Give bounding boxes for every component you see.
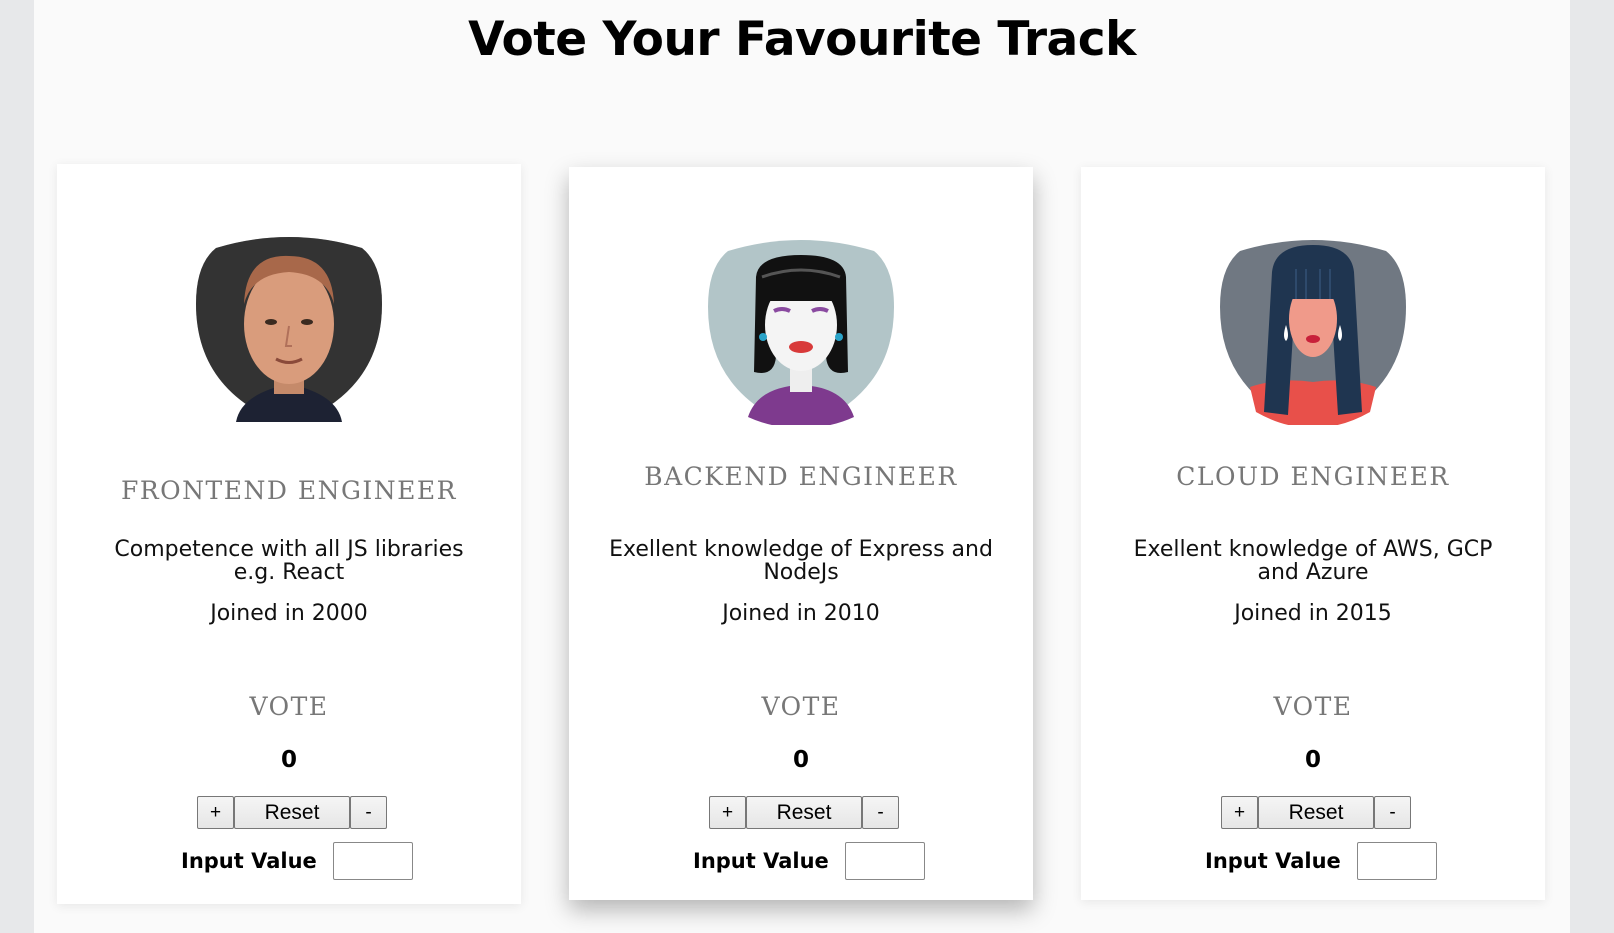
- role-description: Exellent knowledge of AWS, GCP and Azure: [1133, 537, 1493, 585]
- input-row: Input Value: [181, 841, 413, 881]
- reset-button[interactable]: Reset: [746, 796, 862, 829]
- joined-date: Joined in 2000: [210, 601, 368, 626]
- decrement-button[interactable]: -: [862, 796, 899, 829]
- avatar-cloud-image: [1220, 240, 1406, 425]
- vote-controls: + Reset -: [1221, 796, 1411, 829]
- avatar-backend-image: [708, 240, 894, 425]
- reset-button[interactable]: Reset: [234, 796, 350, 829]
- track-card-cloud: CLOUD ENGINEER Exellent knowledge of AWS…: [1081, 167, 1545, 900]
- track-card-frontend: FRONTEND ENGINEER Competence with all JS…: [57, 164, 521, 904]
- joined-date: Joined in 2015: [1234, 601, 1392, 626]
- input-row: Input Value: [1205, 841, 1437, 881]
- vote-count: 0: [1304, 747, 1321, 773]
- avatar-frontend-image: [196, 237, 382, 422]
- vote-controls: + Reset -: [709, 796, 899, 829]
- page: Vote Your Favourite Track FRONTEND ENGIN…: [34, 0, 1570, 933]
- role-title: FRONTEND ENGINEER: [121, 476, 457, 505]
- vote-count: 0: [280, 747, 297, 773]
- vote-label: VOTE: [249, 692, 329, 721]
- vote-label: VOTE: [1273, 692, 1353, 721]
- role-title: BACKEND ENGINEER: [644, 462, 958, 491]
- avatar-backend: [708, 237, 894, 425]
- input-value-label: Input Value: [1205, 849, 1341, 873]
- decrement-button[interactable]: -: [350, 796, 387, 829]
- increment-button[interactable]: +: [709, 796, 746, 829]
- role-description: Exellent knowledge of Express and NodeJs: [609, 537, 993, 585]
- vote-controls: + Reset -: [197, 796, 387, 829]
- vote-label: VOTE: [761, 692, 841, 721]
- input-value-field[interactable]: [332, 842, 413, 880]
- avatar-cloud: [1220, 237, 1406, 425]
- page-title: Vote Your Favourite Track: [468, 12, 1136, 67]
- increment-button[interactable]: +: [197, 796, 234, 829]
- role-title: CLOUD ENGINEER: [1176, 462, 1450, 491]
- joined-date: Joined in 2010: [722, 601, 880, 626]
- input-value-label: Input Value: [181, 849, 317, 873]
- input-value-label: Input Value: [693, 849, 829, 873]
- decrement-button[interactable]: -: [1374, 796, 1411, 829]
- reset-button[interactable]: Reset: [1258, 796, 1374, 829]
- avatar-frontend: [196, 234, 382, 422]
- input-row: Input Value: [693, 841, 925, 881]
- vote-count: 0: [792, 747, 809, 773]
- increment-button[interactable]: +: [1221, 796, 1258, 829]
- input-value-field[interactable]: [844, 842, 925, 880]
- role-description: Competence with all JS libraries e.g. Re…: [114, 537, 464, 585]
- input-value-field[interactable]: [1356, 842, 1437, 880]
- track-card-backend: BACKEND ENGINEER Exellent knowledge of E…: [569, 167, 1033, 900]
